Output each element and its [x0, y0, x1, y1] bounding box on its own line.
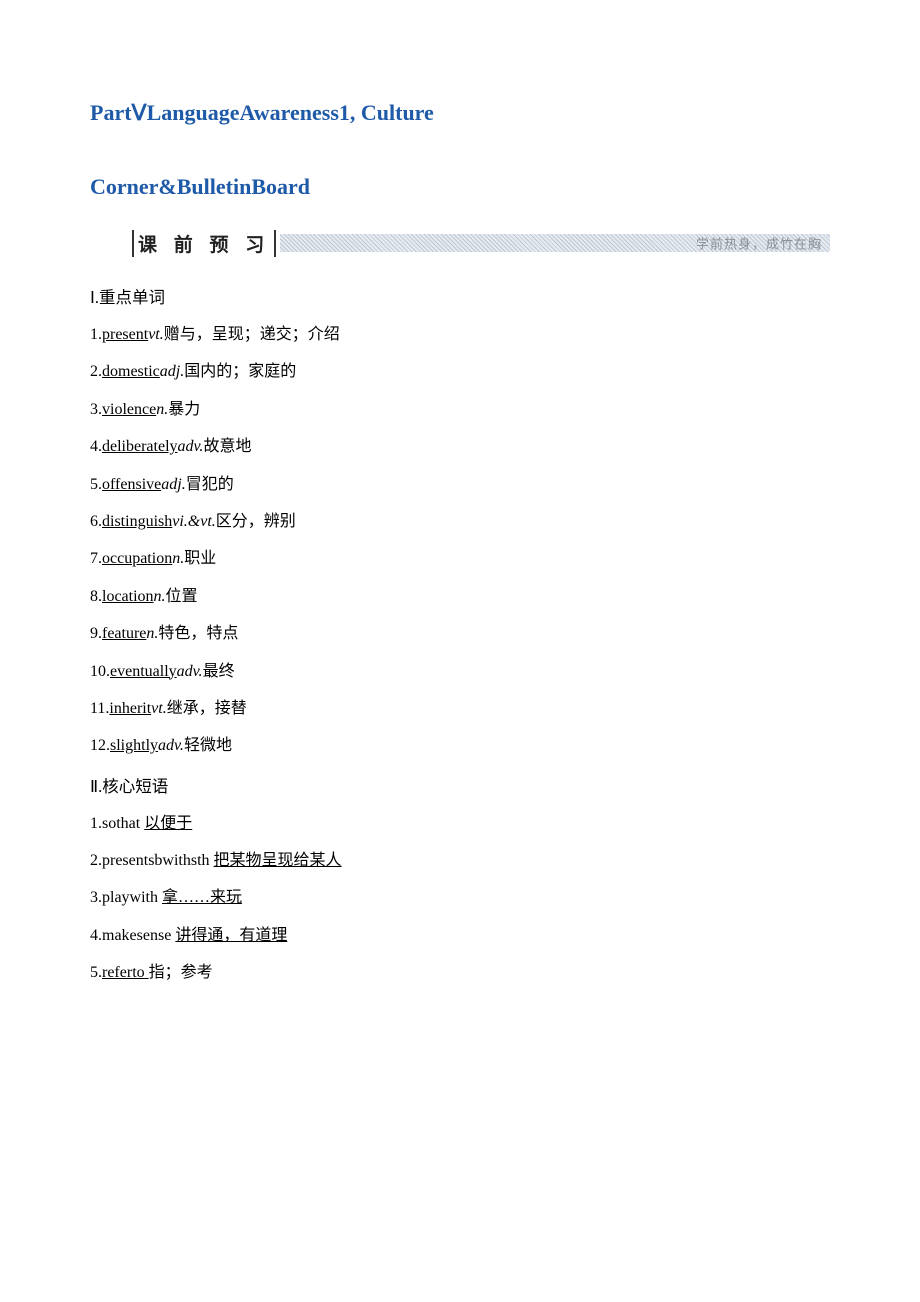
entry-pos: adj.	[161, 476, 185, 493]
entry-definition: 故意地	[203, 438, 251, 455]
entry-word: location	[102, 588, 154, 605]
entry-number: 9.	[90, 625, 102, 642]
entry-number: 6.	[90, 513, 102, 530]
entry-pos: adj.	[160, 363, 184, 380]
entry-definition: 暴力	[168, 401, 200, 418]
entry-word: present	[102, 326, 148, 343]
preview-label: 课 前 预 习	[132, 230, 276, 257]
entry-word: deliberately	[102, 438, 178, 455]
entry-definition: 继承，接替	[167, 700, 247, 717]
entry-number: 8.	[90, 588, 102, 605]
entry-word: eventually	[110, 663, 177, 680]
entry-phrase: presentsbwithsth	[102, 852, 214, 869]
entry-pos: adv.	[158, 737, 184, 754]
entry-word: violence	[102, 401, 156, 418]
entry-pos: n.	[172, 550, 184, 567]
vocab-entry: 4.deliberatelyadv.故意地	[90, 436, 830, 458]
entry-number: 10.	[90, 663, 110, 680]
entry-pos: adv.	[177, 663, 203, 680]
entry-phrase: referto	[102, 964, 149, 981]
preview-hatch: 学前热身，成竹在胸	[280, 234, 830, 252]
entry-definition: 位置	[166, 588, 198, 605]
phrase-entry: 1.sothat 以便于	[90, 813, 830, 835]
vocab-entry: 6.distinguishvi.&vt.区分，辨别	[90, 511, 830, 533]
vocab-entry: 1.presentvt.赠与，呈现；递交；介绍	[90, 324, 830, 346]
page-subtitle: Corner&BulletinBoard	[90, 174, 830, 200]
vocab-entry: 2.domesticadj.国内的；家庭的	[90, 361, 830, 383]
entry-number: 11.	[90, 700, 109, 717]
entry-number: 1.	[90, 815, 102, 832]
vocab-entry: 3.violencen.暴力	[90, 399, 830, 421]
phrase-entry: 4.makesense 讲得通，有道理	[90, 925, 830, 947]
entry-number: 12.	[90, 737, 110, 754]
entry-definition: 把某物呈现给某人	[214, 852, 342, 869]
entry-phrase: playwith	[102, 889, 162, 906]
entry-definition: 职业	[184, 550, 216, 567]
entry-number: 4.	[90, 927, 102, 944]
entry-pos: n.	[146, 625, 158, 642]
entry-number: 7.	[90, 550, 102, 567]
entry-pos: adv.	[178, 438, 204, 455]
entry-number: 5.	[90, 964, 102, 981]
entry-pos: vi.&vt.	[172, 513, 216, 530]
phrase-entry: 2.presentsbwithsth 把某物呈现给某人	[90, 850, 830, 872]
entry-pos: vt.	[151, 700, 167, 717]
entry-word: slightly	[110, 737, 158, 754]
entry-definition: 赠与，呈现；递交；介绍	[164, 326, 340, 343]
entry-number: 1.	[90, 326, 102, 343]
vocab-entry: 10.eventuallyadv.最终	[90, 661, 830, 683]
entry-definition: 指；参考	[149, 964, 213, 981]
vocab-entry: 9.featuren.特色，特点	[90, 623, 830, 645]
entry-pos: vt.	[148, 326, 164, 343]
entry-definition: 特色，特点	[158, 625, 238, 642]
preview-bar: 课 前 预 习 学前热身，成竹在胸	[132, 230, 830, 256]
section-1-heading: Ⅰ.重点单词	[90, 284, 830, 308]
phrase-list: 1.sothat 以便于 2.presentsbwithsth 把某物呈现给某人 3…	[90, 813, 830, 985]
entry-word: domestic	[102, 363, 160, 380]
vocab-entry: 11.inheritvt.继承，接替	[90, 698, 830, 720]
entry-number: 3.	[90, 401, 102, 418]
vocab-entry: 8.locationn.位置	[90, 586, 830, 608]
page-title: PartⅤLanguageAwareness1, Culture	[90, 100, 830, 126]
entry-definition: 以便于	[144, 815, 192, 832]
section-2-heading: Ⅱ.核心短语	[90, 773, 830, 797]
entry-pos: n.	[156, 401, 168, 418]
entry-word: offensive	[102, 476, 161, 493]
entry-pos: n.	[154, 588, 166, 605]
entry-phrase: sothat	[102, 815, 144, 832]
entry-phrase: makesense	[102, 927, 175, 944]
entry-word: occupation	[102, 550, 172, 567]
vocab-list: 1.presentvt.赠与，呈现；递交；介绍2.domesticadj.国内的…	[90, 324, 830, 758]
entry-number: 4.	[90, 438, 102, 455]
entry-number: 3.	[90, 889, 102, 906]
entry-number: 2.	[90, 852, 102, 869]
entry-definition: 最终	[203, 663, 235, 680]
entry-definition: 轻微地	[184, 737, 232, 754]
vocab-entry: 12.slightlyadv.轻微地	[90, 735, 830, 757]
phrase-entry: 3.playwith 拿……来玩	[90, 887, 830, 909]
entry-definition: 国内的；家庭的	[184, 363, 296, 380]
vocab-entry: 7.occupationn.职业	[90, 548, 830, 570]
entry-definition: 冒犯的	[186, 476, 234, 493]
entry-definition: 讲得通，有道理	[175, 927, 287, 944]
vocab-entry: 5.offensiveadj.冒犯的	[90, 474, 830, 496]
entry-number: 2.	[90, 363, 102, 380]
phrase-entry: 5.referto 指；参考	[90, 962, 830, 984]
entry-definition: 拿……来玩	[162, 889, 242, 906]
entry-number: 5.	[90, 476, 102, 493]
entry-definition: 区分，辨别	[216, 513, 296, 530]
entry-word: inherit	[109, 700, 151, 717]
entry-word: feature	[102, 625, 146, 642]
preview-note: 学前热身，成竹在胸	[696, 234, 822, 253]
entry-word: distinguish	[102, 513, 172, 530]
